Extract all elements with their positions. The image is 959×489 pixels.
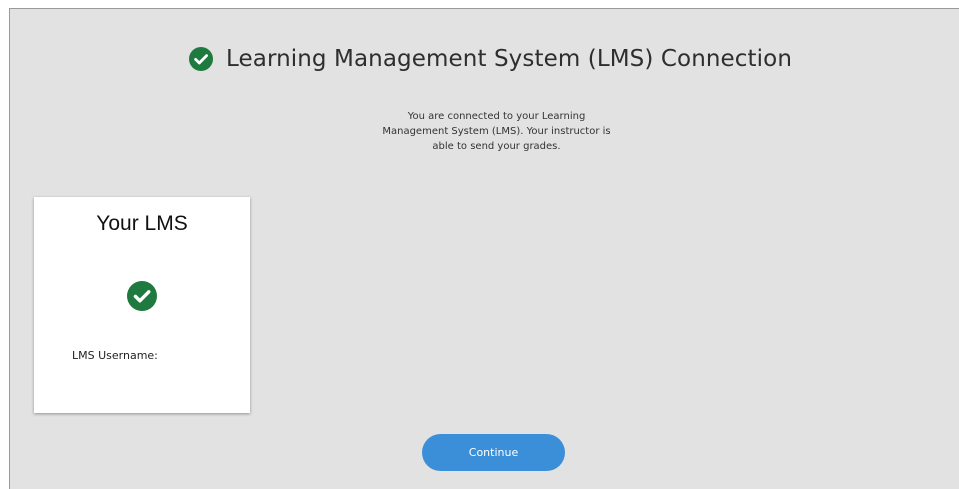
page-title: Learning Management System (LMS) Connect… — [225, 46, 792, 72]
lms-card-title: Your LMS — [96, 212, 188, 235]
continue-button[interactable]: Continue — [422, 434, 565, 471]
page-header: Learning Management System (LMS) Connect… — [10, 46, 959, 72]
connection-panel: Learning Management System (LMS) Connect… — [9, 8, 959, 489]
check-circle-icon — [127, 281, 157, 311]
lms-card: Your LMS LMS Username: — [34, 197, 250, 413]
check-circle-icon — [188, 47, 213, 71]
lms-username-label: LMS Username: — [72, 349, 158, 362]
connection-description: You are connected to your Learning Manag… — [382, 111, 611, 152]
